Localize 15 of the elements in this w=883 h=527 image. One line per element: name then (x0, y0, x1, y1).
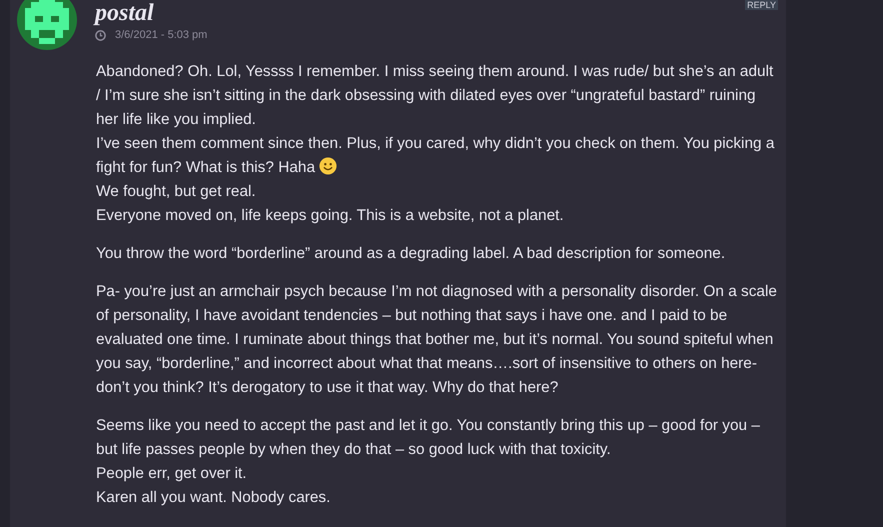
clock-icon (95, 30, 106, 40)
comment-text: Abandoned? Oh. Lol, Yessss I remember. I miss seeing them around. I was rude/ but she’s an adult / I’m sure she isn’t sitting in the dark obsessing with dilated eyes over “ungrateful bastard” ruining her life like you implied. (96, 62, 774, 130)
comment-text: We fought, but get real. (96, 182, 257, 202)
author-name: postal (95, 0, 155, 26)
comment-text: Pa- you’re just an armchair psych because I’m not diagnosed with a personality disorder. On a scale of personality, I have avoidant tendencies – but nothing that says i have one. and I paid to be evaluated one time. I ruminate about things that bother me, but it’s normal. You sound spiteful when you say, “borderline,” and incorrect about what that means….sort of insensitive to others on here- don’t you think? It’s derogatory to use it that way. Why do that here? (96, 282, 778, 398)
comment-text: You throw the word “borderline” around as a degrading label. A bad description for someone. (96, 244, 726, 264)
avatar-icon (17, 0, 77, 50)
reply-link[interactable]: REPLY (745, 0, 778, 10)
comment-text: Karen all you want. Nobody cares. (96, 488, 332, 508)
smiley-icon (319, 157, 338, 175)
comment-text: People err, get over it. (96, 464, 248, 484)
timestamp: 3/6/2021 - 5:03 pm (115, 29, 208, 41)
comment-text: Everyone moved on, life keeps going. This is a website, not a planet. (96, 206, 565, 226)
comment-text: Seems like you need to accept the past and let it go. You constantly bring this up – good for you – but life passes people by when they do that – so good luck with that toxicity. (96, 416, 761, 460)
comment-text: I’ve seen them comment since then. Plus, if you cared, why didn’t you check on them. You picking a fight for fun? What is this? Haha (96, 134, 776, 178)
